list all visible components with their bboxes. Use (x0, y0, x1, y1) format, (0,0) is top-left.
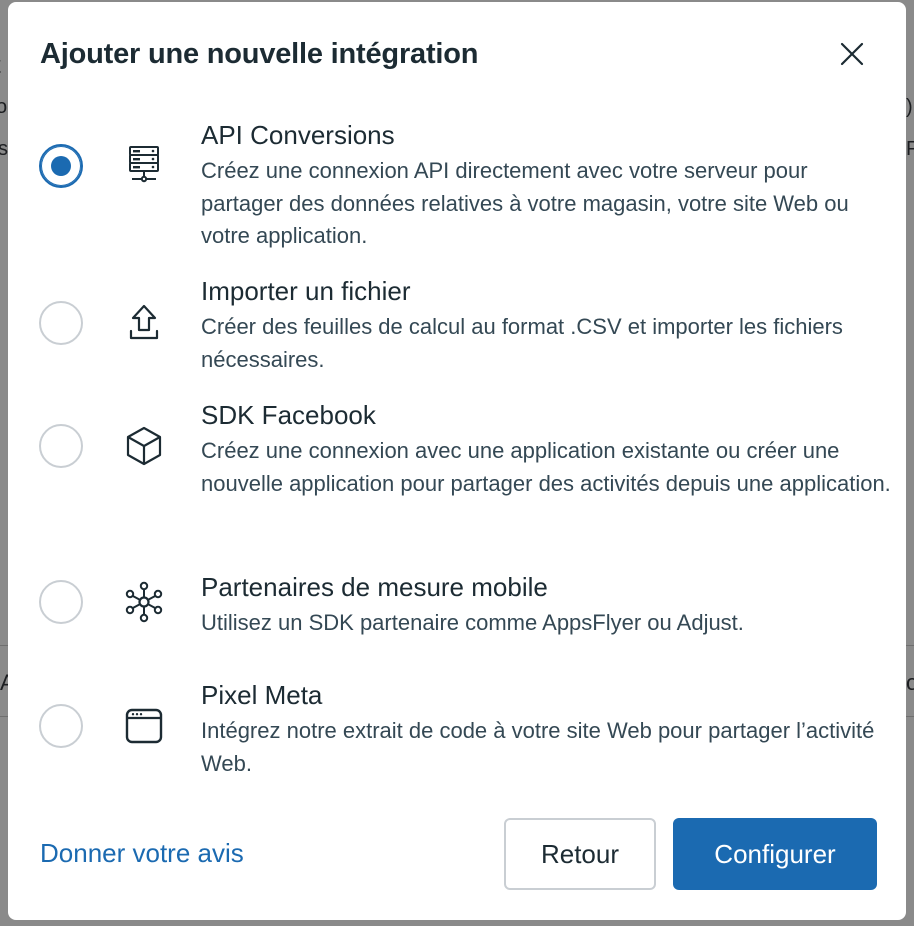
cube-icon (122, 424, 166, 468)
radio-mobile-measurement-partners[interactable] (39, 580, 83, 624)
option-description: Créez une connexion avec une application… (201, 438, 891, 496)
upload-icon (122, 301, 166, 345)
background-divider (906, 716, 914, 717)
option-description: Utilisez un SDK partenaire comme AppsFly… (201, 610, 744, 635)
close-button[interactable] (834, 36, 870, 72)
dialog-title: Ajouter une nouvelle intégration (40, 38, 479, 70)
option-title: Pixel Meta (201, 680, 323, 710)
background-fragment: P (906, 138, 914, 160)
option-description: Intégrez notre extrait de code à votre s… (201, 718, 875, 776)
close-icon (840, 42, 864, 66)
background-fragment: t (0, 52, 1, 80)
option-title: API Conversions (201, 120, 395, 150)
back-button[interactable]: Retour (504, 818, 656, 890)
add-integration-dialog: Ajouter une nouvelle intégration API Con… (8, 2, 906, 920)
background-fragment: ) (906, 96, 913, 118)
network-hub-icon (122, 580, 166, 624)
background-fragment: s (0, 138, 8, 160)
option-title: Importer un fichier (201, 276, 411, 306)
radio-import-file[interactable] (39, 301, 83, 345)
radio-api-conversions[interactable] (39, 144, 83, 188)
background-divider (0, 645, 8, 646)
feedback-link[interactable]: Donner votre avis (40, 838, 244, 869)
background-divider (0, 716, 8, 717)
radio-selected-dot (51, 156, 71, 176)
option-title: SDK Facebook (201, 400, 376, 430)
background-fragment: o (906, 670, 914, 695)
background-divider (906, 645, 914, 646)
option-title: Partenaires de mesure mobile (201, 572, 548, 602)
server-icon (122, 144, 166, 188)
option-description: Créez une connexion API directement avec… (201, 158, 849, 248)
radio-pixel-meta[interactable] (39, 704, 83, 748)
radio-sdk-facebook[interactable] (39, 424, 83, 468)
browser-window-icon (122, 704, 166, 748)
background-fragment: o (0, 96, 8, 118)
configure-button[interactable]: Configurer (673, 818, 877, 890)
option-description: Créer des feuilles de calcul au format .… (201, 314, 843, 372)
